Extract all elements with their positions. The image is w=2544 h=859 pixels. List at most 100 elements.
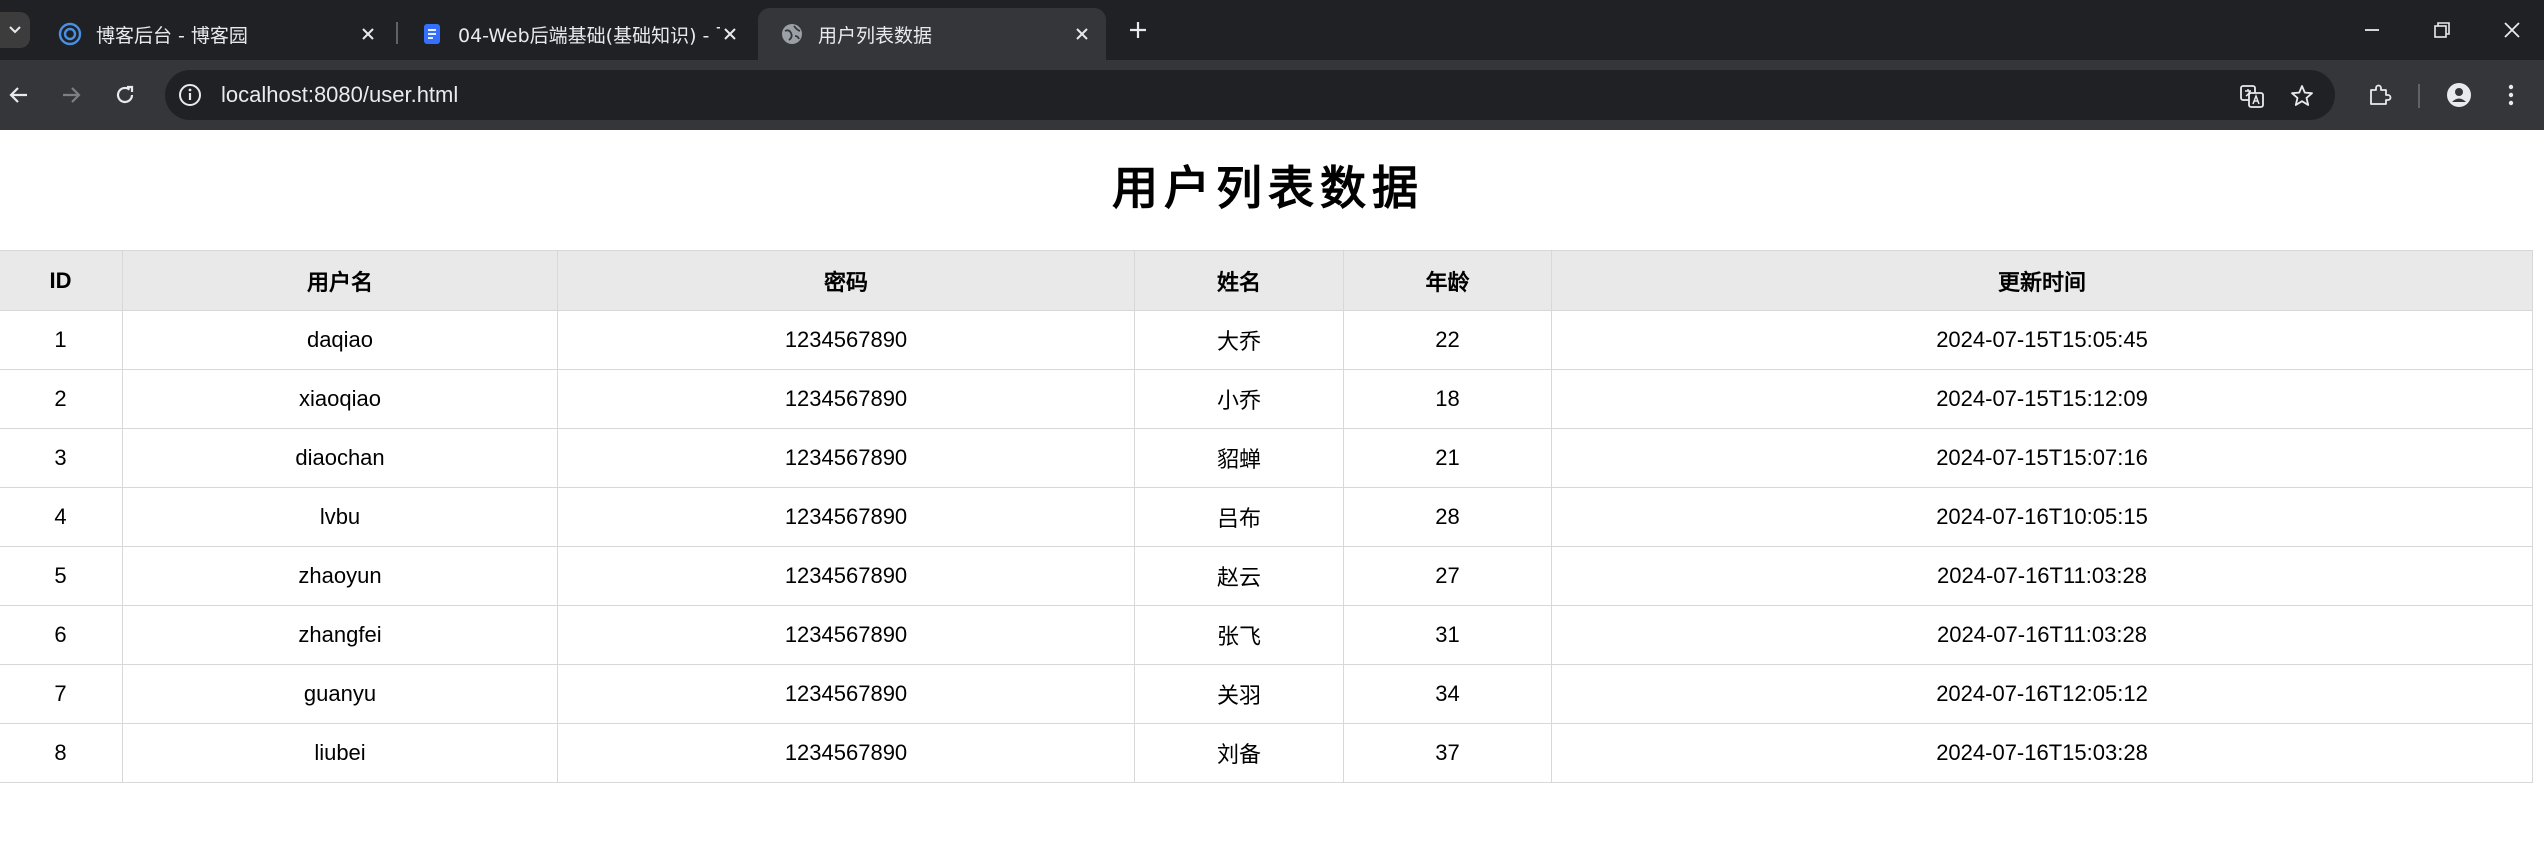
cell-age: 21 bbox=[1343, 428, 1552, 488]
url-text[interactable]: localhost:8080/user.html bbox=[221, 70, 458, 120]
cell-update-time: 2024-07-16T12:05:12 bbox=[1551, 664, 2533, 724]
restore-icon bbox=[2434, 22, 2450, 38]
cell-password: 1234567890 bbox=[557, 605, 1135, 665]
profile-button[interactable] bbox=[2442, 78, 2476, 112]
page-content: 用户列表数据 ID 用户名 密码 姓名 年龄 更新时间 1 daqiao 123… bbox=[0, 130, 2544, 859]
globe-icon bbox=[782, 24, 802, 44]
cell-name: 小乔 bbox=[1134, 369, 1344, 429]
arrow-right-icon bbox=[63, 87, 81, 103]
cell-name: 张飞 bbox=[1134, 605, 1344, 665]
doc-icon bbox=[424, 24, 440, 44]
cell-name: 关羽 bbox=[1134, 664, 1344, 724]
cell-password: 1234567890 bbox=[557, 546, 1135, 606]
column-header-update-time: 更新时间 bbox=[1551, 250, 2533, 311]
browser-toolbar: localhost:8080/user.html bbox=[0, 60, 2544, 130]
minimize-icon bbox=[2365, 29, 2379, 31]
cell-update-time: 2024-07-16T11:03:28 bbox=[1551, 605, 2533, 665]
table-row: 3 diaochan 1234567890 貂蝉 21 2024-07-15T1… bbox=[0, 428, 2533, 488]
cell-age: 31 bbox=[1343, 605, 1552, 665]
cell-username: xiaoqiao bbox=[122, 369, 558, 429]
blog-globe-icon bbox=[58, 22, 82, 46]
tab-user-list[interactable]: 用户列表数据 bbox=[758, 8, 1106, 60]
tab-blog-admin[interactable]: 博客后台 - 博客园 bbox=[36, 8, 392, 60]
tab-search-button[interactable] bbox=[0, 12, 30, 48]
column-header-name: 姓名 bbox=[1134, 250, 1344, 311]
back-button[interactable] bbox=[2, 78, 36, 112]
translate-icon bbox=[2240, 85, 2264, 108]
cell-age: 27 bbox=[1343, 546, 1552, 606]
column-header-username: 用户名 bbox=[122, 250, 558, 311]
chevron-down-icon bbox=[9, 26, 21, 34]
cell-update-time: 2024-07-16T10:05:15 bbox=[1551, 487, 2533, 547]
table-row: 2 xiaoqiao 1234567890 小乔 18 2024-07-15T1… bbox=[0, 369, 2533, 429]
tab-strip: 博客后台 - 博客园 04-Web后端基础(基础知识) - 飞 用户列表数据 bbox=[0, 0, 2544, 60]
cell-username: zhaoyun bbox=[122, 546, 558, 606]
cell-username: daqiao bbox=[122, 310, 558, 370]
cell-id: 1 bbox=[0, 310, 123, 370]
avatar-icon bbox=[2447, 83, 2471, 107]
user-table: ID 用户名 密码 姓名 年龄 更新时间 1 daqiao 1234567890… bbox=[0, 250, 2533, 783]
cell-update-time: 2024-07-15T15:05:45 bbox=[1551, 310, 2533, 370]
column-header-id: ID bbox=[0, 250, 123, 311]
close-window-button[interactable] bbox=[2498, 16, 2526, 44]
cell-id: 4 bbox=[0, 487, 123, 547]
menu-button[interactable] bbox=[2494, 78, 2528, 112]
cell-password: 1234567890 bbox=[557, 369, 1135, 429]
info-icon[interactable] bbox=[177, 82, 203, 108]
cell-id: 7 bbox=[0, 664, 123, 724]
toolbar-divider bbox=[2418, 84, 2420, 108]
cell-username: lvbu bbox=[122, 487, 558, 547]
cell-password: 1234567890 bbox=[557, 664, 1135, 724]
close-icon[interactable] bbox=[720, 24, 740, 44]
kebab-menu-icon bbox=[2508, 84, 2514, 106]
tab-title: 博客后台 - 博客园 bbox=[96, 24, 248, 47]
extensions-button[interactable] bbox=[2362, 78, 2396, 112]
cell-age: 28 bbox=[1343, 487, 1552, 547]
close-icon bbox=[2504, 22, 2520, 38]
puzzle-icon bbox=[2370, 84, 2392, 105]
table-row: 4 lvbu 1234567890 吕布 28 2024-07-16T10:05… bbox=[0, 487, 2533, 547]
cell-update-time: 2024-07-15T15:12:09 bbox=[1551, 369, 2533, 429]
close-icon[interactable] bbox=[358, 24, 378, 44]
cell-id: 8 bbox=[0, 723, 123, 783]
cell-update-time: 2024-07-16T11:03:28 bbox=[1551, 546, 2533, 606]
tab-title: 04-Web后端基础(基础知识) - 飞 bbox=[458, 24, 720, 47]
cell-name: 貂蝉 bbox=[1134, 428, 1344, 488]
address-bar[interactable]: localhost:8080/user.html bbox=[165, 70, 2335, 120]
cell-update-time: 2024-07-15T15:07:16 bbox=[1551, 428, 2533, 488]
table-row: 1 daqiao 1234567890 大乔 22 2024-07-15T15:… bbox=[0, 310, 2533, 370]
column-header-age: 年龄 bbox=[1343, 250, 1552, 311]
cell-password: 1234567890 bbox=[557, 487, 1135, 547]
cell-username: guanyu bbox=[122, 664, 558, 724]
cell-name: 刘备 bbox=[1134, 723, 1344, 783]
plus-icon bbox=[1130, 22, 1146, 38]
cell-username: liubei bbox=[122, 723, 558, 783]
cell-id: 3 bbox=[0, 428, 123, 488]
arrow-left-icon bbox=[9, 87, 27, 103]
close-icon[interactable] bbox=[1072, 24, 1092, 44]
table-row: 5 zhaoyun 1234567890 赵云 27 2024-07-16T11… bbox=[0, 546, 2533, 606]
minimize-button[interactable] bbox=[2358, 16, 2386, 44]
star-icon bbox=[2291, 85, 2313, 106]
cell-id: 2 bbox=[0, 369, 123, 429]
column-header-password: 密码 bbox=[557, 250, 1135, 311]
tab-title: 用户列表数据 bbox=[818, 24, 933, 47]
cell-name: 大乔 bbox=[1134, 310, 1344, 370]
bookmark-button[interactable] bbox=[2288, 82, 2316, 110]
translate-button[interactable] bbox=[2238, 82, 2266, 110]
forward-button[interactable] bbox=[54, 78, 88, 112]
cell-age: 34 bbox=[1343, 664, 1552, 724]
cell-update-time: 2024-07-16T15:03:28 bbox=[1551, 723, 2533, 783]
table-row: 7 guanyu 1234567890 关羽 34 2024-07-16T12:… bbox=[0, 664, 2533, 724]
cell-password: 1234567890 bbox=[557, 310, 1135, 370]
cell-password: 1234567890 bbox=[557, 428, 1135, 488]
cell-age: 22 bbox=[1343, 310, 1552, 370]
tab-web-backend-doc[interactable]: 04-Web后端基础(基础知识) - 飞 bbox=[398, 8, 754, 60]
restore-button[interactable] bbox=[2428, 16, 2456, 44]
new-tab-button[interactable] bbox=[1124, 16, 1152, 44]
cell-username: diaochan bbox=[122, 428, 558, 488]
cell-password: 1234567890 bbox=[557, 723, 1135, 783]
cell-id: 5 bbox=[0, 546, 123, 606]
cell-age: 37 bbox=[1343, 723, 1552, 783]
reload-button[interactable] bbox=[108, 78, 142, 112]
